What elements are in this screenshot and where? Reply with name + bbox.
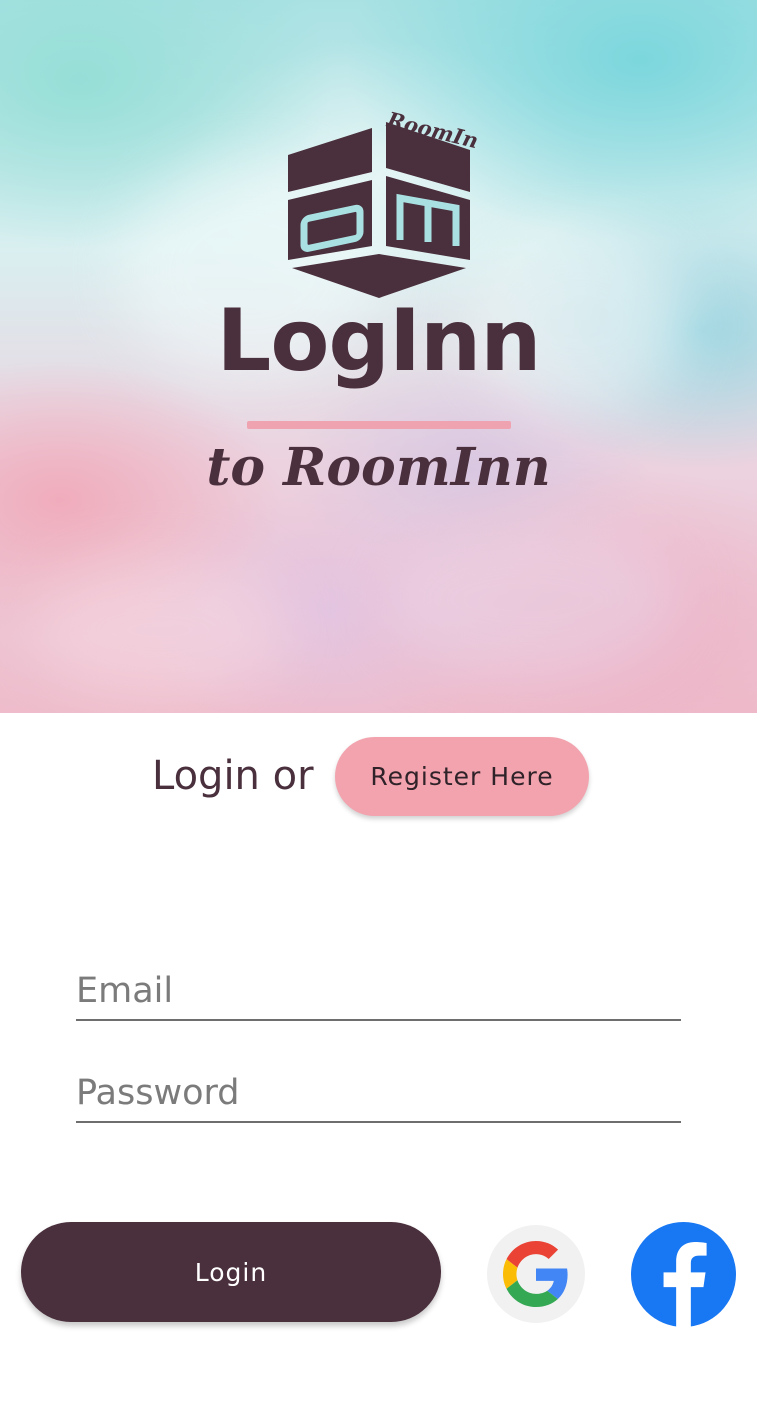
- brand-tagline: to RoomInn: [206, 437, 551, 498]
- hero-banner: RoomInn LogInn to RoomInn: [0, 0, 757, 713]
- hero-cloud: [30, 560, 290, 700]
- google-icon: [503, 1241, 568, 1307]
- register-button[interactable]: Register Here: [335, 737, 589, 816]
- login-button[interactable]: Login: [21, 1222, 441, 1322]
- brand-underline: [247, 421, 511, 429]
- facebook-icon: [631, 1222, 736, 1327]
- facebook-login-button[interactable]: [631, 1222, 736, 1327]
- email-field[interactable]: [76, 963, 681, 1021]
- brand-title: LogInn: [216, 291, 542, 391]
- hero-cloud: [380, 520, 680, 680]
- roominn-logo-icon: RoomInn: [288, 106, 477, 298]
- password-field[interactable]: [76, 1065, 681, 1123]
- google-login-button[interactable]: [487, 1225, 585, 1323]
- login-or-label: Login or: [152, 753, 314, 799]
